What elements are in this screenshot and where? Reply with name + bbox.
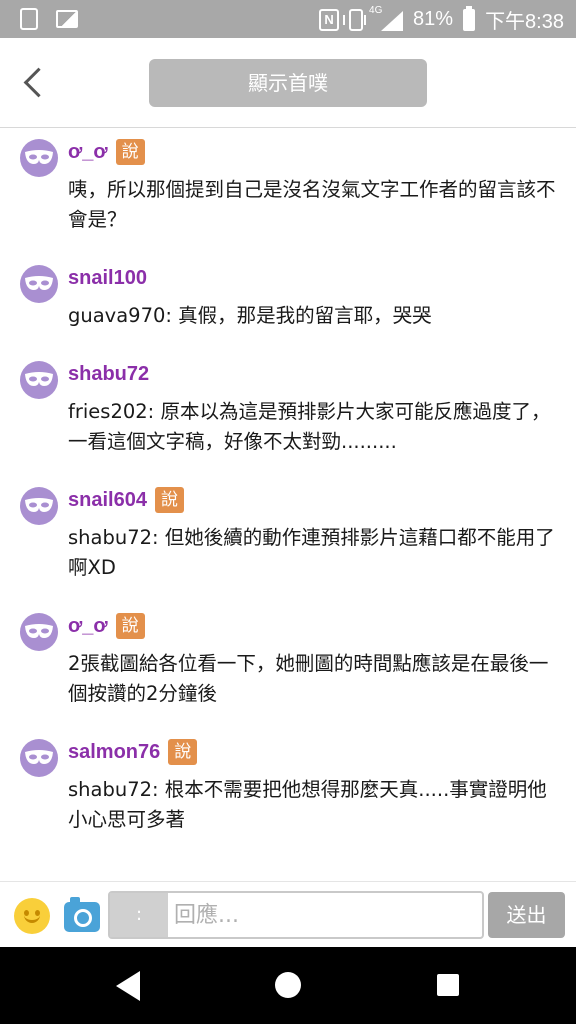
comment-item: snail604 說 shabu72: 但她後續的動作連預排影片這藉口都不能用了啊X… <box>0 477 576 583</box>
comment-item: shabu72 fries202: 原本以為這是預排影片大家可能反應過度了，一看這… <box>0 351 576 457</box>
qualifier-badge: 說 <box>168 739 198 765</box>
qualifier-badge: 說 <box>154 487 184 513</box>
status-bar: N 4G 81% 下午8:38 <box>0 0 576 38</box>
send-button[interactable]: 送出 <box>488 892 565 938</box>
header: 顯示首噗 <box>0 38 576 128</box>
app-notification-icon <box>20 8 38 30</box>
comment-header: shabu72 <box>68 351 576 386</box>
nav-recent-icon[interactable] <box>437 974 459 996</box>
comment-item: snail100 guava970: 真假，那是我的留言耶，哭哭 <box>0 255 576 331</box>
back-arrow-icon[interactable] <box>14 60 54 104</box>
signal-icon: 4G <box>369 5 404 31</box>
navigation-bar <box>0 947 576 1024</box>
comment-username[interactable]: snail100 <box>68 267 147 290</box>
comment-item: salmon76 說 shabu72: 根本不需要把他想得那麼天真.....事實證明… <box>0 729 576 835</box>
comment-text: 咦，所以那個提到自己是沒名沒氣文字工作者的留言該不會是？ <box>68 178 556 231</box>
comment-text: fries202: 原本以為這是預排影片大家可能反應過度了，一看這個文字稿，好像… <box>68 400 551 453</box>
image-notification-icon <box>56 10 78 28</box>
input-bar: : 送出 <box>0 881 576 947</box>
mask-avatar-icon[interactable] <box>20 613 58 651</box>
mask-avatar-icon[interactable] <box>20 139 58 177</box>
qualifier-badge: 說 <box>115 613 145 639</box>
comment-text: shabu72: 但她後續的動作連預排影片這藉口都不能用了啊XD <box>68 526 555 579</box>
mask-avatar-icon[interactable] <box>20 739 58 777</box>
vibrate-icon <box>343 8 367 31</box>
nav-home-icon[interactable] <box>275 972 301 998</box>
comment-header: ơ_ơ 說 <box>68 603 576 639</box>
reply-box: : <box>108 891 484 939</box>
qualifier-button[interactable]: : <box>110 893 168 937</box>
comment-header: snail100 <box>68 255 576 290</box>
battery-icon <box>463 5 476 31</box>
qualifier-badge: 說 <box>115 139 145 165</box>
comment-item: ơ_ơ 說 2張截圖給各位看一下，她刪圖的時間點應該是在最後一個按讚的2分鐘後 <box>0 603 576 709</box>
comment-username[interactable]: snail604 <box>68 489 147 512</box>
comment-username[interactable]: ơ_ơ <box>68 141 108 164</box>
comment-username[interactable]: salmon76 <box>68 741 160 764</box>
comment-text: 2張截圖給各位看一下，她刪圖的時間點應該是在最後一個按讚的2分鐘後 <box>68 652 549 705</box>
comment-text: guava970: 真假，那是我的留言耶，哭哭 <box>68 304 432 327</box>
mask-avatar-icon[interactable] <box>20 361 58 399</box>
comment-item: ơ_ơ 說咦，所以那個提到自己是沒名沒氣文字工作者的留言該不會是？ <box>0 129 576 235</box>
comment-username[interactable]: shabu72 <box>68 363 149 386</box>
comment-username[interactable]: ơ_ơ <box>68 615 108 638</box>
comment-text: shabu72: 根本不需要把他想得那麼天真.....事實證明他小心思可多著 <box>68 778 547 831</box>
battery-percent: 81% <box>413 8 454 30</box>
emoji-icon[interactable] <box>14 898 50 934</box>
comment-header: snail604 說 <box>68 477 576 513</box>
clock: 下午8:38 <box>485 11 564 33</box>
show-first-plurk-button[interactable]: 顯示首噗 <box>149 59 427 107</box>
comment-header: ơ_ơ 說 <box>68 129 576 165</box>
comment-list: ơ_ơ 說咦，所以那個提到自己是沒名沒氣文字工作者的留言該不會是？ snail100… <box>0 129 576 881</box>
reply-input[interactable] <box>168 893 482 937</box>
nfc-icon: N <box>319 8 340 31</box>
mask-avatar-icon[interactable] <box>20 487 58 525</box>
camera-icon[interactable] <box>64 897 100 932</box>
comment-header: salmon76 說 <box>68 729 576 765</box>
mask-avatar-icon[interactable] <box>20 265 58 303</box>
nav-back-icon[interactable] <box>112 969 142 1003</box>
